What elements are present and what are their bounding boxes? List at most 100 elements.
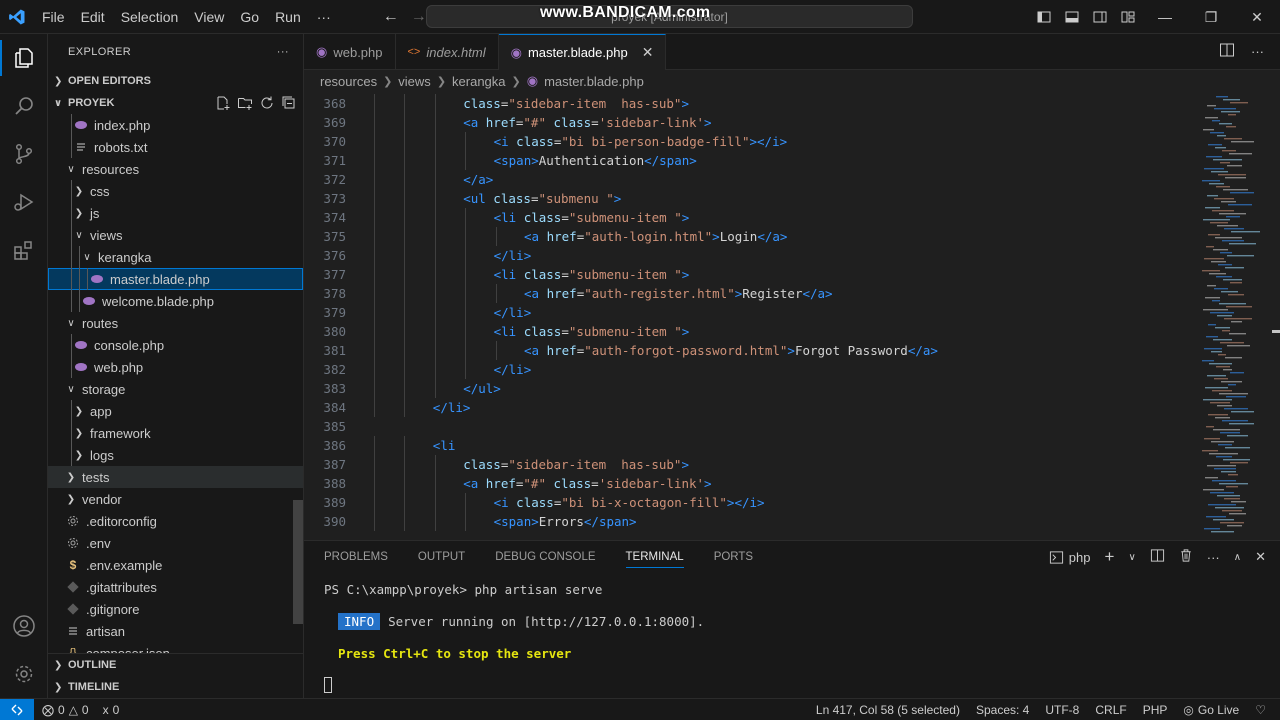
encoding[interactable]: UTF-8 (1045, 703, 1079, 717)
toggle-panel-icon[interactable] (1058, 10, 1086, 24)
indentation[interactable]: Spaces: 4 (976, 703, 1029, 717)
language-mode[interactable]: PHP (1143, 703, 1168, 717)
editor-scrollbar[interactable] (1270, 94, 1280, 537)
chevron-down-icon[interactable]: ∨ (1128, 552, 1135, 563)
back-arrow-icon[interactable]: ← (383, 8, 399, 26)
split-terminal-icon[interactable] (1150, 548, 1165, 566)
tree-folder[interactable]: ∨ routes (48, 312, 303, 334)
line-number: 379 (323, 305, 346, 320)
tab-problems[interactable]: PROBLEMS (324, 551, 388, 563)
breadcrumb-item[interactable]: master.blade.php (544, 74, 644, 89)
source-control-icon[interactable] (0, 130, 48, 178)
explorer-icon[interactable] (0, 34, 48, 82)
code-line: 385 (304, 417, 1194, 436)
tab-web-php[interactable]: ◉ web.php (304, 34, 396, 70)
menu-run[interactable]: Run (267, 9, 309, 25)
open-editors-section[interactable]: ❯ OPEN EDITORS (48, 70, 303, 92)
tree-folder[interactable]: ∨ storage (48, 378, 303, 400)
tab-output[interactable]: OUTPUT (418, 551, 465, 563)
tree-file[interactable]: master.blade.php (48, 268, 303, 290)
maximize-panel-chevron-up-icon[interactable]: ∧ (1234, 552, 1241, 563)
breadcrumb-item[interactable]: resources (320, 74, 377, 89)
menu-more[interactable]: ··· (309, 9, 339, 25)
extensions-icon[interactable] (0, 226, 48, 274)
problems-status[interactable]: ⨂ 0 △ 0 (42, 703, 89, 717)
tab-index-html[interactable]: <> index.html (396, 34, 499, 70)
settings-gear-icon[interactable] (0, 650, 48, 698)
new-terminal-plus-icon[interactable]: + (1105, 547, 1115, 567)
tree-file[interactable]: web.php (48, 356, 303, 378)
tree-folder[interactable]: ❯ vendor (48, 488, 303, 510)
terminal-output[interactable]: PS C:\xampp\proyek> php artisan serve IN… (304, 573, 1280, 701)
indent-guide (374, 227, 375, 246)
project-section[interactable]: ∨ PROYEK (48, 92, 303, 114)
menu-selection[interactable]: Selection (113, 9, 187, 25)
tree-file[interactable]: robots.txt (48, 136, 303, 158)
line-endings[interactable]: CRLF (1095, 703, 1126, 717)
customize-layout-icon[interactable] (1114, 10, 1142, 24)
menu-view[interactable]: View (186, 9, 232, 25)
ports-status[interactable]: x 0 (103, 703, 120, 717)
close-panel-icon[interactable]: ✕ (1255, 549, 1266, 565)
remote-indicator-icon[interactable] (0, 698, 34, 720)
tree-folder[interactable]: ❯ css (48, 180, 303, 202)
restore-icon[interactable]: ❐ (1188, 9, 1234, 26)
tab-ports[interactable]: PORTS (714, 551, 753, 563)
close-window-icon[interactable]: ✕ (1234, 9, 1280, 26)
go-live-button[interactable]: ◎ Go Live (1183, 703, 1239, 717)
trash-icon[interactable] (1179, 548, 1193, 566)
close-tab-icon[interactable]: ✕ (642, 44, 654, 61)
accounts-icon[interactable] (0, 602, 48, 650)
tree-folder[interactable]: ∨ kerangka (48, 246, 303, 268)
tree-file[interactable]: .env (48, 532, 303, 554)
code-editor[interactable]: 368 class="sidebar-item has-sub"> 369 <a hr… (304, 94, 1194, 537)
code-token: href (485, 115, 516, 130)
minimize-icon[interactable]: — (1142, 9, 1188, 25)
tree-folder[interactable]: ❯ framework (48, 422, 303, 444)
tree-file[interactable]: .gitattributes (48, 576, 303, 598)
tab-master-blade-php[interactable]: ◉ master.blade.php ✕ (498, 34, 667, 70)
more-actions-button[interactable]: ··· (1207, 550, 1220, 565)
tab-terminal[interactable]: TERMINAL (625, 551, 684, 568)
timeline-section[interactable]: ❯ TIMELINE (48, 676, 303, 698)
explorer-more-button[interactable]: ··· (277, 46, 289, 58)
tree-file[interactable]: .editorconfig (48, 510, 303, 532)
collapse-all-icon[interactable] (281, 95, 297, 111)
new-folder-icon[interactable] (237, 95, 253, 111)
menu-file[interactable]: File (34, 9, 73, 25)
tree-folder[interactable]: ∨ views (48, 224, 303, 246)
tab-label: web.php (333, 44, 383, 60)
toggle-primary-sidebar-icon[interactable] (1030, 10, 1058, 24)
tab-debug-console[interactable]: DEBUG CONSOLE (495, 551, 595, 563)
more-actions-button[interactable]: ··· (1251, 44, 1264, 59)
menu-edit[interactable]: Edit (73, 9, 113, 25)
tree-file[interactable]: console.php (48, 334, 303, 356)
forward-arrow-icon[interactable]: → (411, 8, 427, 26)
sidebar-scrollbar[interactable] (293, 500, 303, 624)
tree-folder[interactable]: ❯ js (48, 202, 303, 224)
tree-file[interactable]: .gitignore (48, 598, 303, 620)
tree-file[interactable]: welcome.blade.php (48, 290, 303, 312)
split-editor-icon[interactable] (1219, 42, 1235, 61)
toggle-secondary-sidebar-icon[interactable] (1086, 10, 1114, 24)
breadcrumb-item[interactable]: kerangka (452, 74, 505, 89)
tree-file[interactable]: artisan (48, 620, 303, 642)
tree-folder[interactable]: ❯ tests (48, 466, 303, 488)
terminal-shell-selector[interactable]: php (1049, 550, 1091, 565)
run-debug-icon[interactable] (0, 178, 48, 226)
tree-file[interactable]: $ .env.example (48, 554, 303, 576)
notifications-bell-icon[interactable]: ♡ (1255, 703, 1266, 717)
new-file-icon[interactable] (215, 95, 231, 111)
refresh-icon[interactable] (259, 95, 275, 111)
search-icon[interactable] (0, 82, 48, 130)
tree-folder[interactable]: ❯ logs (48, 444, 303, 466)
tree-file[interactable]: index.php (48, 114, 303, 136)
menu-go[interactable]: Go (232, 9, 267, 25)
cursor-position[interactable]: Ln 417, Col 58 (5 selected) (816, 703, 960, 717)
outline-section[interactable]: ❯ OUTLINE (48, 654, 303, 676)
minimap[interactable] (1194, 94, 1270, 537)
breadcrumb-item[interactable]: views (398, 74, 431, 89)
code-token: 'sidebar-link' (598, 476, 705, 491)
tree-folder[interactable]: ❯ app (48, 400, 303, 422)
tree-folder[interactable]: ∨ resources (48, 158, 303, 180)
